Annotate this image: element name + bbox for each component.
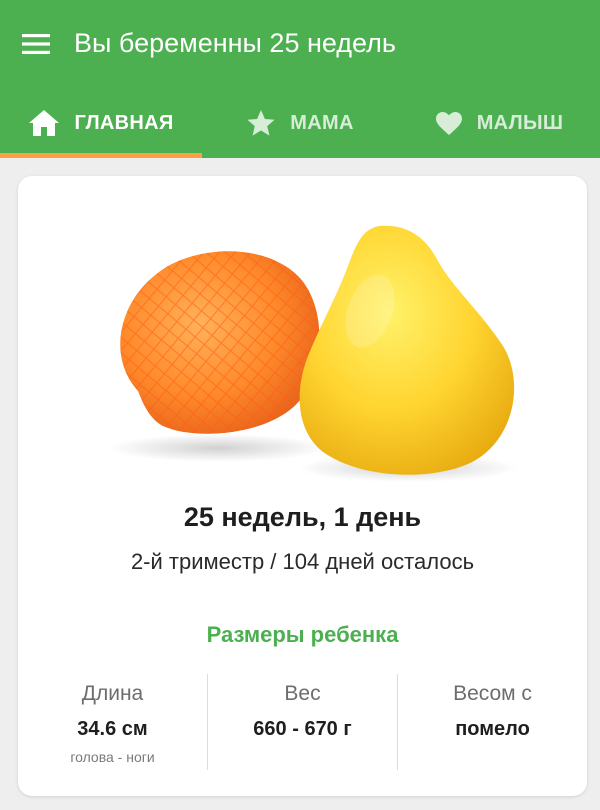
tab-bar: ГЛАВНАЯ МАМА МАЛЫШ [0, 88, 600, 158]
baby-size-stats: Длина 34.6 см голова - ноги Вес 660 - 67… [18, 674, 587, 770]
tab-home-label: ГЛАВНАЯ [74, 111, 174, 134]
tab-mama-label: МАМА [290, 111, 354, 134]
star-icon [246, 109, 276, 137]
page-title: Вы беременны 25 недель [74, 28, 396, 58]
trimester-info: 2-й триместр / 104 дней осталось [130, 549, 475, 574]
hamburger-menu-icon [22, 34, 50, 54]
stat-weight: Вес 660 - 670 г [207, 674, 397, 770]
app-bar: Вы беременны 25 недель ГЛАВНАЯ МАМА МАЛЫ… [0, 0, 600, 158]
active-tab-indicator [0, 153, 202, 158]
tab-baby[interactable]: МАЛЫШ [398, 88, 600, 158]
stat-compare-value: помело [455, 718, 530, 740]
stat-length: Длина 34.6 см голова - ноги [18, 674, 207, 770]
stat-compare: Весом с помело [397, 674, 587, 770]
stat-compare-label: Весом с [453, 682, 532, 705]
tab-mama[interactable]: МАМА [202, 88, 398, 158]
tab-baby-label: МАЛЫШ [476, 111, 564, 134]
stat-weight-value: 660 - 670 г [253, 718, 352, 740]
stat-length-value: 34.6 см [77, 718, 148, 740]
heart-icon [435, 110, 463, 136]
pregnancy-week-day: 25 недель, 1 день [183, 502, 422, 532]
stat-length-label: Длина [81, 682, 144, 705]
stat-length-sub: голова - ноги [70, 749, 155, 765]
pomelo-fruit-image [108, 225, 518, 482]
stat-weight-label: Вес [284, 682, 321, 705]
menu-button[interactable] [14, 22, 58, 66]
baby-size-title: Размеры ребенка [206, 622, 399, 647]
toolbar: Вы беременны 25 недель [0, 0, 600, 88]
tab-home[interactable]: ГЛАВНАЯ [0, 88, 202, 158]
pregnancy-summary-card: 25 недель, 1 день 2-й триместр / 104 дне… [18, 176, 587, 796]
home-icon [28, 109, 60, 137]
